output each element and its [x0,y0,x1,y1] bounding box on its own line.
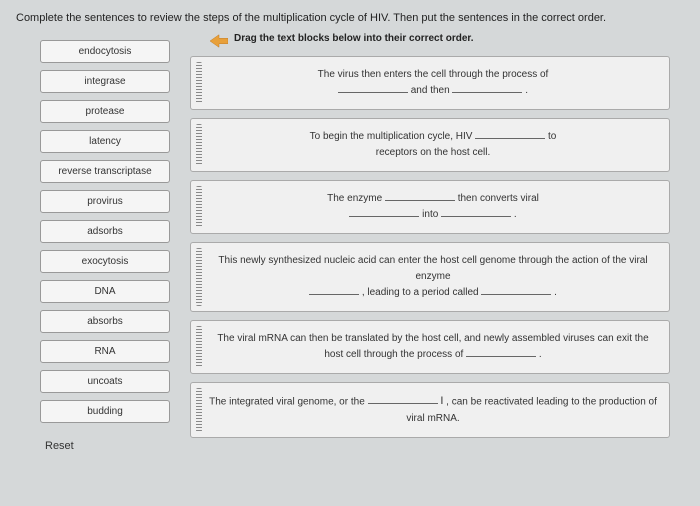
sentence-text: The integrated viral genome, or the [209,396,365,407]
term-exocytosis[interactable]: exocytosis [40,250,170,273]
content-area: endocytosis integrase protease latency r… [0,32,700,452]
term-adsorbs[interactable]: adsorbs [40,220,170,243]
blank-drop[interactable] [309,285,359,295]
blank-drop[interactable] [481,285,551,295]
blank-drop[interactable] [441,207,511,217]
sentences-column: Drag the text blocks below into their co… [190,32,690,452]
sentence-text: The virus then enters the cell through t… [318,69,549,80]
term-latency[interactable]: latency [40,130,170,153]
term-absorbs[interactable]: absorbs [40,310,170,333]
term-reverse-transcriptase[interactable]: reverse transcriptase [40,160,170,183]
term-protease[interactable]: protease [40,100,170,123]
drag-header-text: Drag the text blocks below into their co… [234,32,474,45]
instruction-text: Complete the sentences to review the ste… [0,0,700,32]
blank-drop[interactable] [466,347,536,357]
sentence-text: into [422,209,438,220]
arrow-left-icon [210,34,228,48]
sentence-block-4[interactable]: This newly synthesized nucleic acid can … [190,242,670,312]
sentence-block-2[interactable]: To begin the multiplication cycle, HIV t… [190,118,670,172]
term-provirus[interactable]: provirus [40,190,170,213]
blank-drop[interactable] [452,83,522,93]
sentence-text: then converts viral [458,193,539,204]
blank-drop[interactable] [385,191,455,201]
sentence-text: and then [411,85,450,96]
terms-column: endocytosis integrase protease latency r… [10,32,170,452]
blank-drop[interactable] [349,207,419,217]
sentence-text: The enzyme [327,193,382,204]
sentence-text: to [548,131,556,142]
sentence-text: , leading to a period called [362,287,479,298]
term-dna[interactable]: DNA [40,280,170,303]
term-integrase[interactable]: integrase [40,70,170,93]
blank-drop[interactable] [368,394,438,404]
term-rna[interactable]: RNA [40,340,170,363]
term-uncoats[interactable]: uncoats [40,370,170,393]
term-budding[interactable]: budding [40,400,170,423]
blank-drop[interactable] [475,129,545,139]
blank-drop[interactable] [338,83,408,93]
sentence-block-3[interactable]: The enzyme then converts viral into . [190,180,670,234]
sentence-text: , can be reactivated leading to the prod… [406,396,657,423]
sentence-text: receptors on the host cell. [376,147,491,158]
sentence-block-6[interactable]: The integrated viral genome, or the I , … [190,382,670,438]
sentence-text: To begin the multiplication cycle, HIV [310,131,473,142]
drag-header: Drag the text blocks below into their co… [190,32,670,48]
term-endocytosis[interactable]: endocytosis [40,40,170,63]
sentence-block-1[interactable]: The virus then enters the cell through t… [190,56,670,110]
sentence-text: This newly synthesized nucleic acid can … [218,255,647,282]
sentence-text: The viral mRNA can then be translated by… [217,333,648,360]
sentence-block-5[interactable]: The viral mRNA can then be translated by… [190,320,670,374]
cursor-icon: I [440,393,443,411]
reset-button[interactable]: Reset [40,440,170,452]
